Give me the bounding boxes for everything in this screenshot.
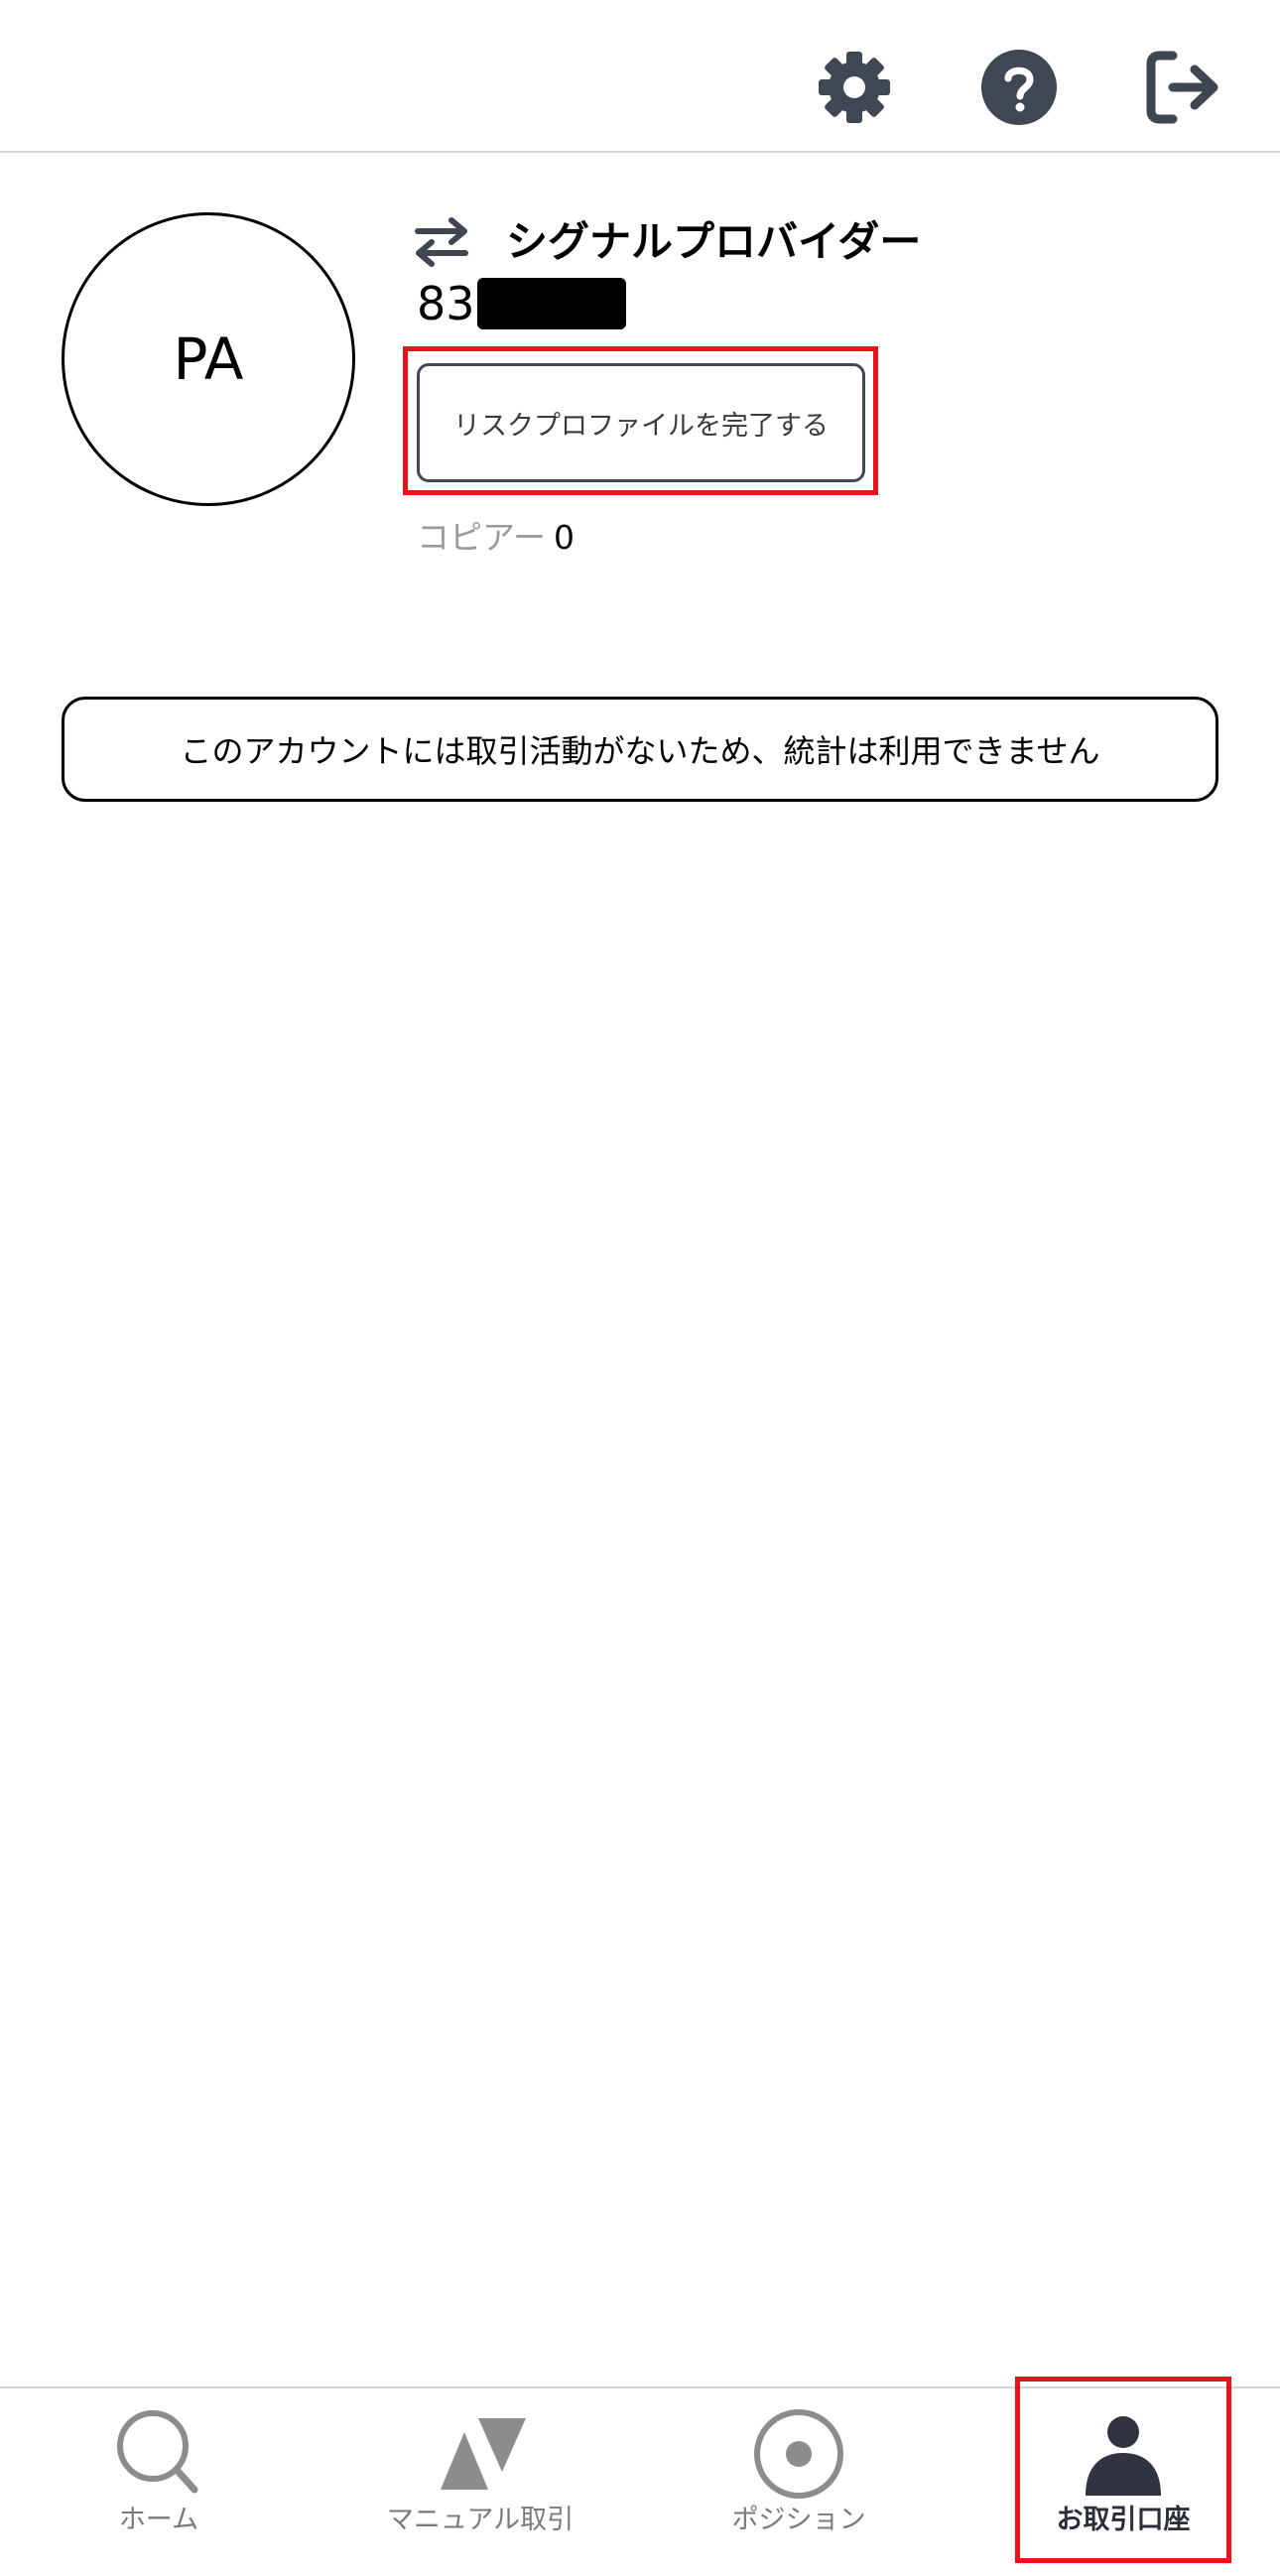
nav-label-home: ホーム — [118, 2505, 199, 2535]
account-screen: PA シグナルプロバイダー 83 リスクプロファイルを完了する コピアー 0 この… — [0, 0, 1280, 2576]
role-title: シグナルプロバイダー — [506, 217, 922, 266]
no-activity-notice: このアカウントには取引活動がないため、統計は利用できません — [62, 697, 1218, 802]
account-tab-highlight — [1015, 2377, 1231, 2563]
copiers-count: コピアー 0 — [417, 511, 575, 559]
notice-text: このアカウントには取引活動がないため、統計は利用できません — [180, 732, 1100, 770]
question-icon[interactable] — [979, 48, 1059, 127]
complete-risk-profile-button[interactable]: リスクプロファイルを完了する — [417, 363, 865, 482]
triangles-icon — [433, 2406, 528, 2502]
account-number: 83 — [417, 276, 626, 331]
nav-item-manual-trade[interactable]: マニュアル取引 — [361, 2388, 599, 2576]
search-icon — [111, 2406, 206, 2502]
copiers-label: コピアー — [417, 518, 547, 557]
avatar: PA — [62, 212, 355, 506]
nav-item-home[interactable]: ホーム — [40, 2388, 278, 2576]
copiers-value: 0 — [554, 518, 576, 557]
gear-icon[interactable] — [815, 48, 894, 127]
nav-label-manual-trade: マニュアル取引 — [386, 2505, 575, 2535]
nav-item-positions[interactable]: ポジション — [680, 2388, 918, 2576]
account-number-prefix: 83 — [417, 277, 475, 330]
nav-label-positions: ポジション — [731, 2505, 866, 2535]
logout-icon[interactable] — [1143, 48, 1222, 127]
top-bar — [0, 0, 1280, 153]
avatar-initials: PA — [173, 325, 244, 393]
account-number-redaction — [476, 278, 626, 329]
target-icon — [751, 2406, 846, 2502]
swap-arrows-icon — [414, 216, 469, 268]
